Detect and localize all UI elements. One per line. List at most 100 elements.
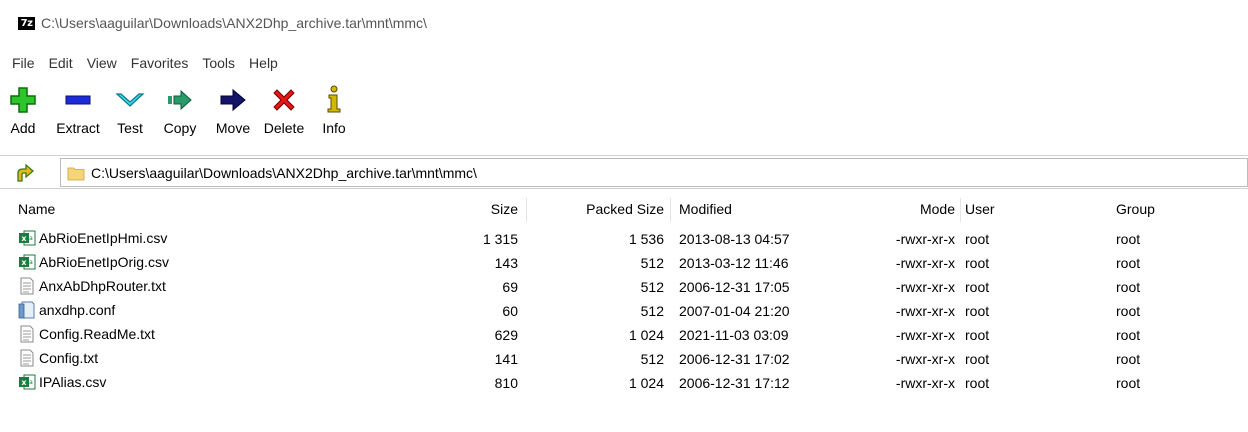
- file-name-cell: Config.txt: [18, 349, 98, 367]
- file-modified: 2006-12-31 17:12: [679, 375, 790, 391]
- file-row[interactable]: Config.ReadMe.txt 629 1 024 2021-11-03 0…: [0, 324, 1248, 348]
- menu-bar: File Edit View Favorites Tools Help: [0, 52, 285, 74]
- up-folder-button[interactable]: [14, 161, 36, 183]
- config-file-icon: [18, 301, 35, 319]
- move-icon: [218, 84, 248, 116]
- file-user: root: [965, 303, 990, 319]
- excel-csv-icon: xa: [19, 254, 36, 270]
- column-divider[interactable]: [960, 198, 961, 222]
- file-name-cell: anxdhp.conf: [18, 301, 115, 319]
- file-size: 629: [494, 327, 518, 343]
- file-name-cell: xa AbRioEnetIpOrig.csv: [18, 253, 169, 271]
- info-button[interactable]: Info: [312, 84, 356, 146]
- svg-text:a: a: [29, 379, 33, 386]
- column-header-group[interactable]: Group: [1116, 201, 1155, 217]
- file-group: root: [1116, 279, 1141, 295]
- file-name-cell: AnxAbDhpRouter.txt: [18, 277, 166, 295]
- file-user: root: [965, 327, 990, 343]
- file-name: anxdhp.conf: [39, 302, 116, 318]
- column-header-mode[interactable]: Mode: [860, 201, 955, 217]
- copy-button[interactable]: Copy: [150, 84, 210, 146]
- file-modified: 2013-08-13 04:57: [679, 231, 790, 247]
- file-packed-size: 512: [640, 303, 664, 319]
- column-header-packed-size[interactable]: Packed Size: [540, 201, 664, 217]
- file-row[interactable]: Config.txt 141 512 2006-12-31 17:02 -rwx…: [0, 348, 1248, 372]
- file-modified: 2007-01-04 21:20: [679, 303, 790, 319]
- file-name: Config.ReadMe.txt: [39, 326, 155, 342]
- column-divider[interactable]: [670, 198, 671, 222]
- file-list-header: Name Size Packed Size Modified Mode User…: [0, 198, 1248, 222]
- svg-text:x: x: [21, 258, 27, 267]
- svg-text:a: a: [29, 259, 33, 266]
- file-size: 1 315: [482, 231, 518, 247]
- extract-label: Extract: [56, 120, 100, 136]
- file-user: root: [965, 351, 990, 367]
- file-mode: -rwxr-xr-x: [895, 255, 955, 271]
- file-user: root: [965, 279, 990, 295]
- address-field[interactable]: C:\Users\aaguilar\Downloads\ANX2Dhp_arch…: [60, 158, 1248, 187]
- file-user: root: [965, 375, 990, 391]
- move-label: Move: [215, 120, 251, 136]
- file-size: 60: [502, 303, 518, 319]
- move-button[interactable]: Move: [210, 84, 256, 146]
- file-mode: -rwxr-xr-x: [895, 303, 955, 319]
- file-row[interactable]: xa IPAlias.csv 810 1 024 2006-12-31 17:1…: [0, 372, 1248, 396]
- window-title: C:\Users\aaguilar\Downloads\ANX2Dhp_arch…: [41, 15, 427, 31]
- add-label: Add: [10, 120, 36, 136]
- file-row[interactable]: AnxAbDhpRouter.txt 69 512 2006-12-31 17:…: [0, 276, 1248, 300]
- file-modified: 2021-11-03 03:09: [679, 327, 789, 343]
- add-button[interactable]: Add: [0, 84, 46, 146]
- file-mode: -rwxr-xr-x: [895, 351, 955, 367]
- file-modified: 2013-03-12 11:46: [679, 255, 789, 271]
- menu-edit[interactable]: Edit: [42, 55, 80, 71]
- extract-icon: [63, 84, 93, 116]
- file-mode: -rwxr-xr-x: [895, 279, 955, 295]
- test-label: Test: [117, 120, 143, 136]
- file-group: root: [1116, 375, 1141, 391]
- file-packed-size: 1 536: [628, 231, 664, 247]
- info-icon: [322, 84, 346, 116]
- menu-file[interactable]: File: [0, 55, 42, 71]
- menu-tools[interactable]: Tools: [195, 55, 242, 71]
- excel-csv-icon: xa: [19, 230, 36, 246]
- delete-button[interactable]: Delete: [256, 84, 312, 146]
- menu-view[interactable]: View: [80, 55, 124, 71]
- test-button[interactable]: Test: [110, 84, 150, 146]
- file-name-cell: xa IPAlias.csv: [18, 373, 106, 391]
- column-header-size[interactable]: Size: [420, 201, 518, 217]
- file-row[interactable]: xa AbRioEnetIpOrig.csv 143 512 2013-03-1…: [0, 252, 1248, 276]
- file-group: root: [1116, 303, 1141, 319]
- file-packed-size: 1 024: [628, 327, 664, 343]
- folder-icon: [67, 167, 85, 180]
- file-row[interactable]: xa AbRioEnetIpHmi.csv 1 315 1 536 2013-0…: [0, 228, 1248, 252]
- file-user: root: [965, 231, 990, 247]
- file-modified: 2006-12-31 17:02: [679, 351, 790, 367]
- file-row[interactable]: anxdhp.conf 60 512 2007-01-04 21:20 -rwx…: [0, 300, 1248, 324]
- column-header-user[interactable]: User: [965, 201, 995, 217]
- file-packed-size: 1 024: [628, 375, 664, 391]
- svg-text:a: a: [29, 235, 33, 242]
- excel-csv-icon: xa: [19, 374, 36, 390]
- column-header-modified[interactable]: Modified: [679, 201, 732, 217]
- column-divider[interactable]: [526, 198, 527, 222]
- address-bar: C:\Users\aaguilar\Downloads\ANX2Dhp_arch…: [0, 155, 1248, 189]
- file-size: 69: [502, 279, 518, 295]
- menu-favorites[interactable]: Favorites: [124, 55, 196, 71]
- file-name: Config.txt: [39, 350, 99, 366]
- file-modified: 2006-12-31 17:05: [679, 279, 790, 295]
- file-mode: -rwxr-xr-x: [895, 327, 955, 343]
- text-file-icon: [20, 325, 34, 343]
- toolbar: Add Extract Test Copy Move Delete Info: [0, 84, 356, 146]
- file-name: AnxAbDhpRouter.txt: [39, 278, 166, 294]
- app-logo-icon: 7z: [18, 16, 35, 30]
- file-packed-size: 512: [640, 351, 664, 367]
- add-icon: [9, 84, 37, 116]
- file-mode: -rwxr-xr-x: [895, 375, 955, 391]
- svg-text:x: x: [21, 378, 27, 387]
- file-name-cell: Config.ReadMe.txt: [18, 325, 155, 343]
- column-header-name[interactable]: Name: [18, 201, 55, 217]
- menu-help[interactable]: Help: [242, 55, 285, 71]
- file-group: root: [1116, 327, 1141, 343]
- file-name: IPAlias.csv: [39, 374, 107, 390]
- extract-button[interactable]: Extract: [46, 84, 110, 146]
